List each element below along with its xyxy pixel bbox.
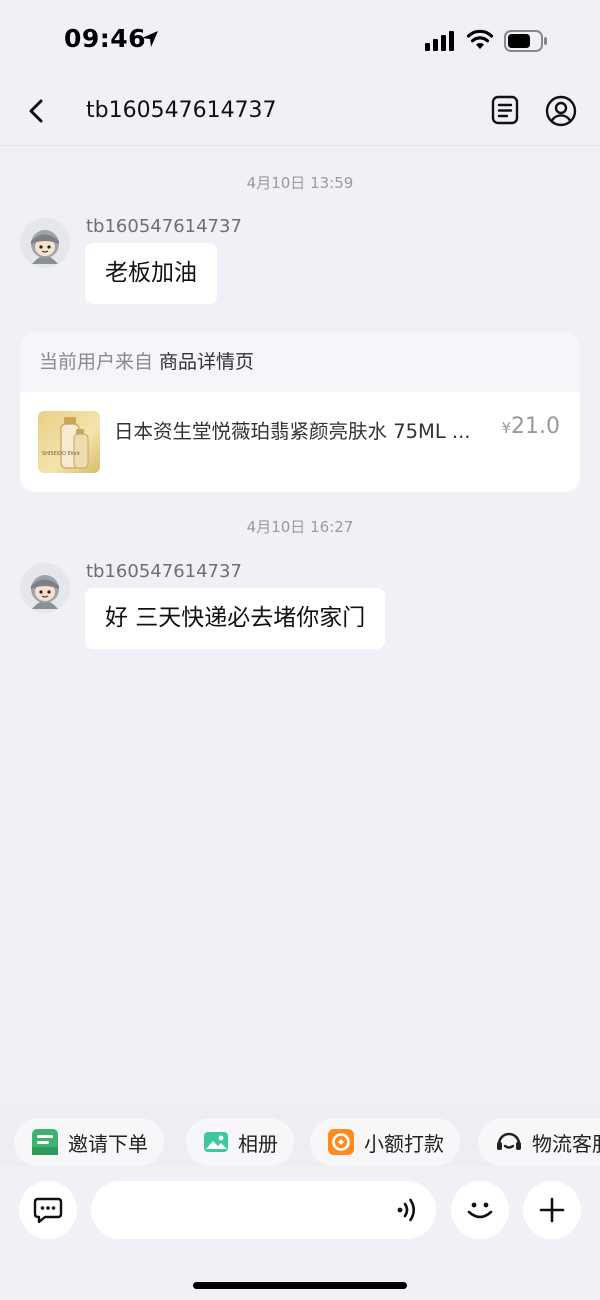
status-time: 09:46 (64, 24, 147, 53)
user-profile-icon[interactable] (545, 95, 577, 127)
wifi-icon (466, 29, 494, 49)
quick-action-invite-order[interactable]: 邀请下单 (14, 1118, 164, 1166)
quick-action-label: 小额打款 (364, 1131, 444, 1156)
quick-action-label: 邀请下单 (68, 1131, 148, 1156)
invite-order-icon (32, 1129, 58, 1155)
quick-action-logistics-service[interactable]: 物流客服 (478, 1118, 600, 1166)
logistics-service-icon (497, 1132, 521, 1150)
quick-action-label: 物流客服 (532, 1131, 600, 1156)
avatar[interactable] (20, 563, 70, 613)
cellular-signal-icon (425, 31, 454, 51)
product-name: 日本资生堂悦薇珀翡紧颜亮肤水 75ML ... (114, 420, 471, 443)
more-options-button[interactable] (523, 1181, 581, 1239)
product-bottle-image: SHISEIDO Elixir (42, 417, 89, 469)
quick-actions-bar: 邀请下单 相册 小额打款 物流客服 (0, 1104, 600, 1166)
sender-name: tb160547614737 (86, 216, 242, 237)
home-indicator[interactable] (193, 1282, 407, 1289)
plus-icon (539, 1197, 565, 1223)
avatar-image (20, 563, 70, 613)
avatar[interactable] (20, 218, 70, 268)
message-timestamp: 4月10日 13:59 (246, 174, 354, 192)
product-card-header: 当前用户来自 商品详情页 (20, 332, 580, 392)
orders-list-icon[interactable] (490, 95, 520, 125)
smiley-icon (467, 1202, 493, 1219)
avatar-image (20, 218, 70, 268)
price-value: 21.0 (511, 414, 560, 439)
status-bar: 09:46 (0, 0, 600, 80)
message-timestamp: 4月10日 16:27 (246, 518, 354, 536)
location-arrow-icon (142, 31, 158, 47)
message-bubble[interactable]: 老板加油 (85, 243, 217, 304)
quick-action-label: 相册 (238, 1131, 278, 1156)
thumb-brand-text: SHISEIDO Elixir (42, 451, 81, 457)
voice-input-icon[interactable] (395, 1195, 423, 1225)
product-thumbnail[interactable]: SHISEIDO Elixir (38, 411, 100, 473)
quick-action-album[interactable]: 相册 (186, 1118, 294, 1166)
message-bubble[interactable]: 好 三天快递必去堵你家门 (85, 588, 386, 649)
back-arrow-icon[interactable] (24, 96, 50, 126)
message-input[interactable] (91, 1181, 436, 1239)
chat-bubble-icon (33, 1197, 63, 1224)
small-payment-icon (328, 1129, 354, 1155)
price-currency: ¥ (501, 419, 512, 437)
sender-name: tb160547614737 (86, 561, 242, 582)
album-icon (204, 1132, 228, 1152)
quick-reply-button[interactable] (19, 1181, 77, 1239)
source-page: 商品详情页 (159, 351, 255, 373)
product-card[interactable]: 当前用户来自 商品详情页 SHISEIDO Elixir 日本资生堂悦薇珀翡紧颜亮… (20, 332, 580, 492)
nav-bar: tb160547614737 (0, 80, 600, 146)
source-label: 当前用户来自 (39, 351, 154, 373)
product-price: ¥21.0 (501, 414, 560, 439)
input-bar (0, 1166, 600, 1300)
emoji-button[interactable] (451, 1181, 509, 1239)
chat-title: tb160547614737 (86, 98, 277, 123)
battery-icon (504, 30, 547, 52)
quick-action-small-payment[interactable]: 小额打款 (310, 1118, 460, 1166)
